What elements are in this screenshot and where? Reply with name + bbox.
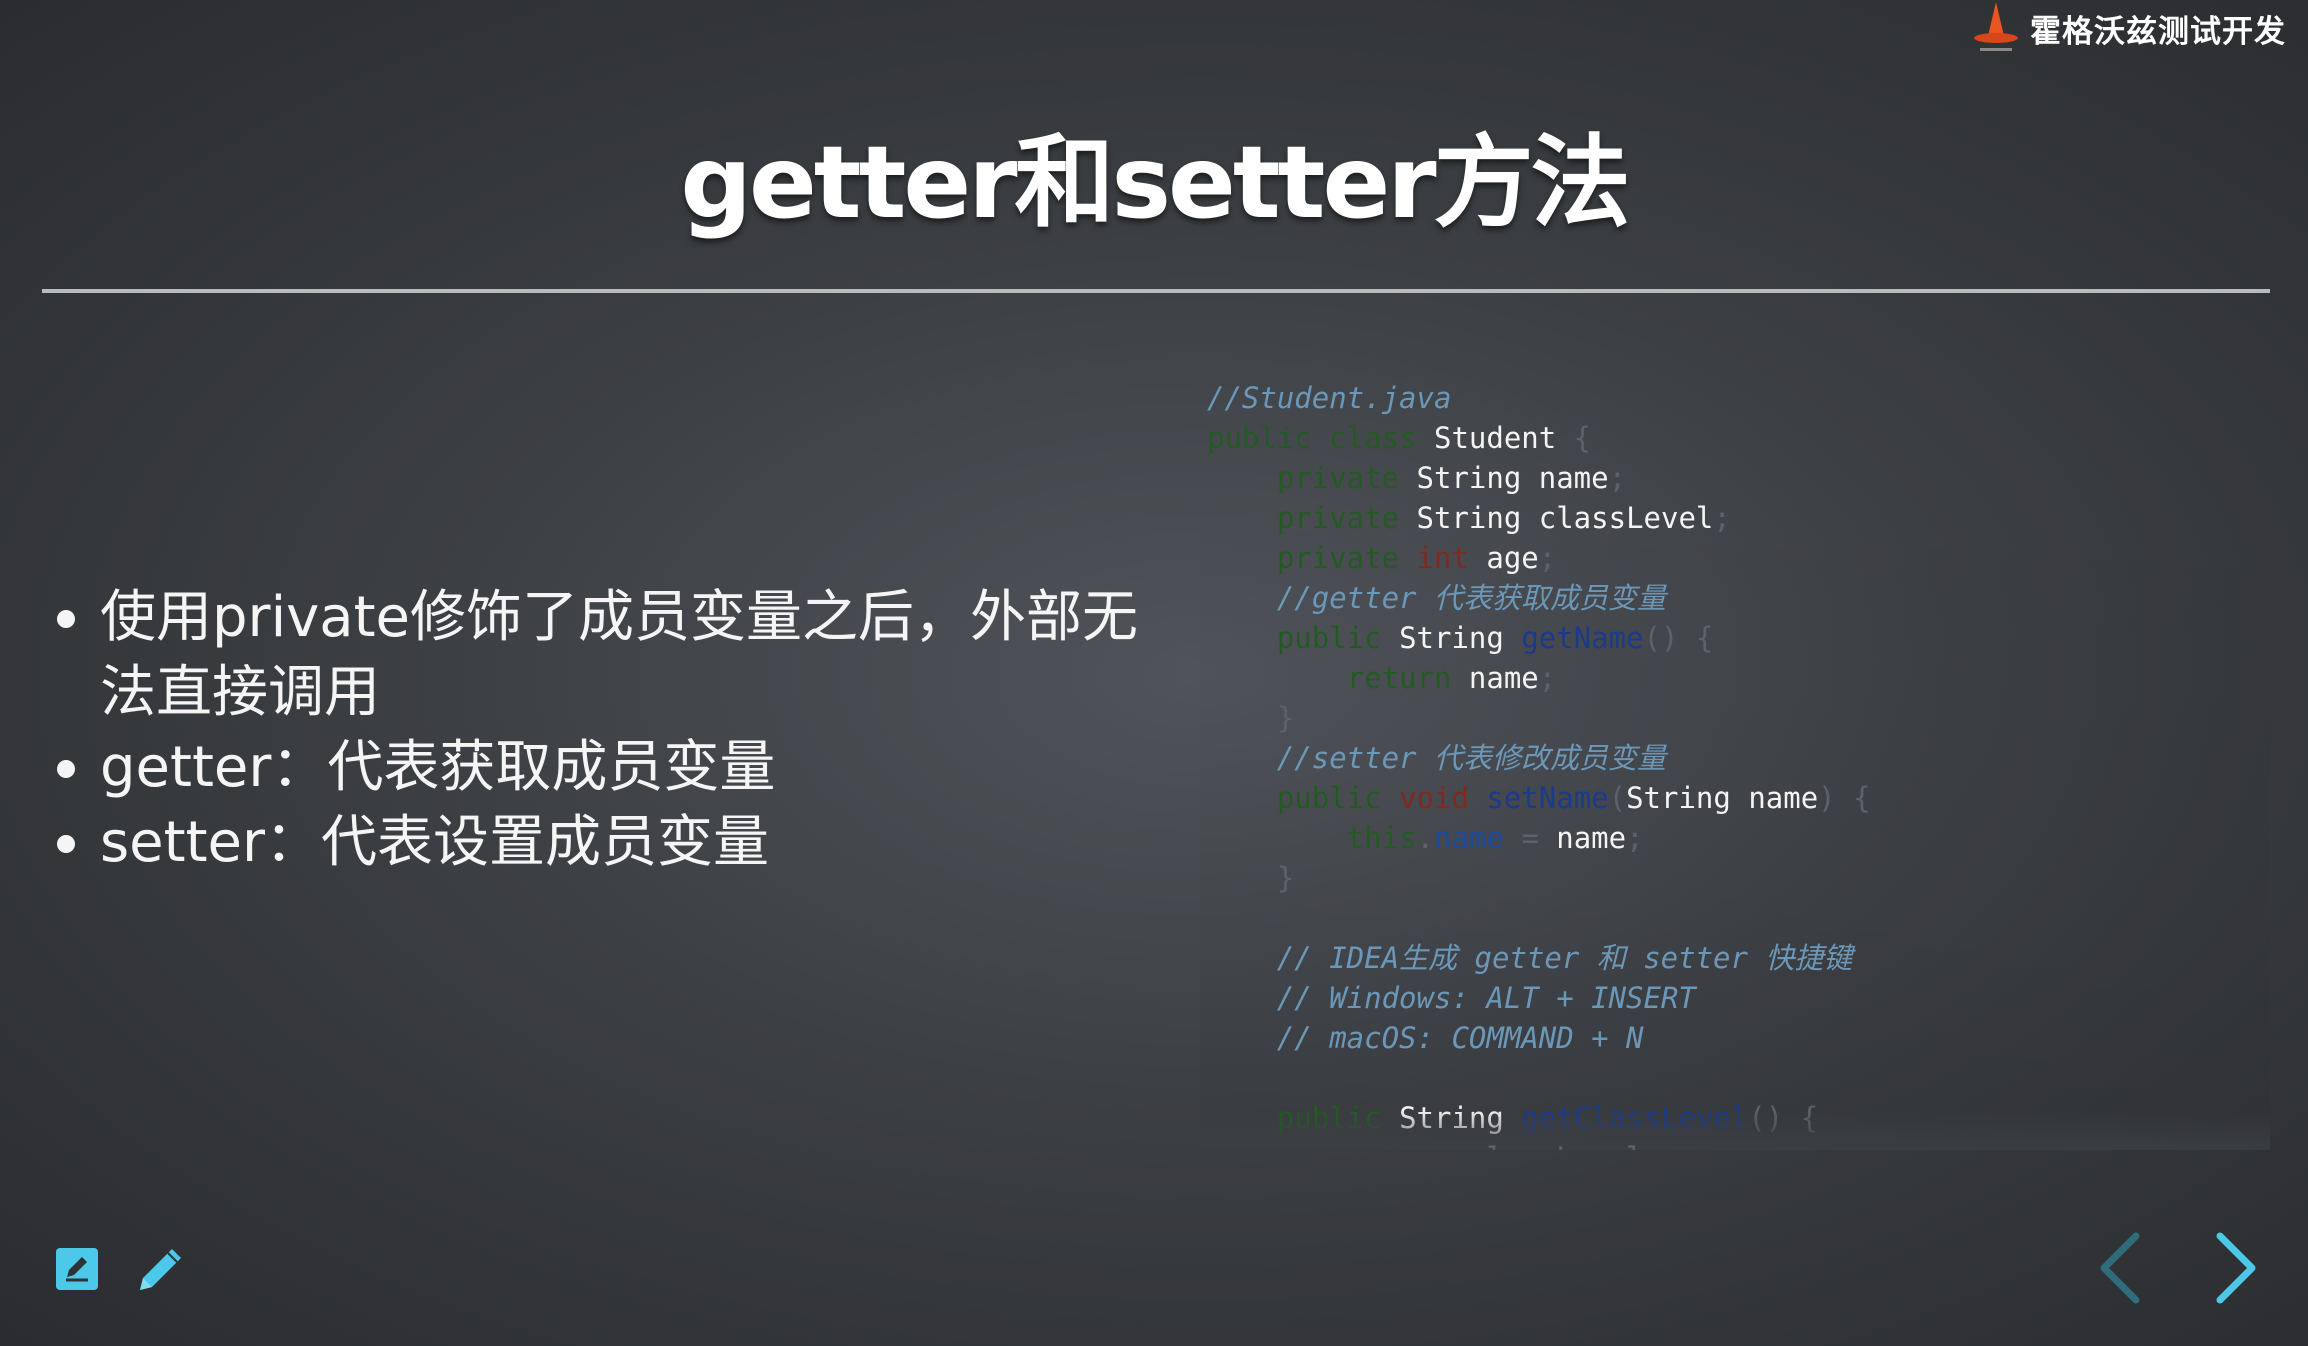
- code-type: String: [1626, 781, 1731, 815]
- code-type: String: [1416, 501, 1522, 535]
- code-type: int: [1416, 541, 1469, 575]
- chevron-right-icon[interactable]: [2204, 1230, 2264, 1306]
- code-field: classLevel: [1538, 501, 1714, 535]
- code-method: setName: [1486, 781, 1609, 815]
- code-keyword: return: [1347, 1141, 1452, 1150]
- title-divider: [42, 289, 2270, 293]
- slide-tools: [54, 1242, 188, 1300]
- code-field: name: [1434, 821, 1504, 855]
- code-param: name: [1748, 781, 1819, 815]
- code-comment: // IDEA生成 getter 和 setter 快捷键: [1276, 941, 1853, 975]
- code-field: classLevel: [1469, 1141, 1644, 1150]
- code-field: name: [1538, 461, 1609, 495]
- code-keyword: return: [1346, 661, 1452, 695]
- code-param: name: [1556, 821, 1627, 855]
- brand-name: 霍格沃兹测试开发: [2030, 13, 2286, 50]
- chevron-left-icon[interactable]: [2092, 1230, 2152, 1306]
- code-comment: // macOS: COMMAND + N: [1276, 1021, 1644, 1055]
- code-keyword: public: [1276, 1101, 1382, 1135]
- code-block: //Student.java public class Student { pr…: [1200, 360, 2270, 1150]
- slide-navigation: [2092, 1230, 2264, 1306]
- bullet-item: getter：代表获取成员变量: [52, 730, 1172, 805]
- code-keyword: this: [1346, 821, 1417, 855]
- edit-note-icon[interactable]: [54, 1246, 100, 1296]
- brand: 霍格沃兹测试开发: [1970, 0, 2286, 56]
- code-field: name: [1468, 661, 1539, 695]
- code-keyword: private: [1276, 501, 1400, 535]
- code-keyword: public: [1276, 781, 1382, 815]
- code-comment: //Student.java: [1207, 381, 1452, 415]
- pencil-icon[interactable]: [134, 1242, 188, 1300]
- code-type: void: [1399, 781, 1469, 815]
- code-method: getClassLevel: [1521, 1101, 1749, 1135]
- bullet-item: setter：代表设置成员变量: [52, 805, 1172, 880]
- code-keyword: private: [1276, 541, 1400, 575]
- wizard-hat-icon: [1970, 0, 2022, 56]
- code-field: age: [1486, 541, 1539, 575]
- code-type: String: [1416, 461, 1522, 495]
- code-keyword: public class: [1207, 421, 1417, 455]
- code-type: String: [1399, 1101, 1504, 1135]
- code-type: String: [1399, 621, 1504, 655]
- code-comment: //getter 代表获取成员变量: [1276, 581, 1666, 615]
- bullet-item: 使用private修饰了成员变量之后，外部无法直接调用: [52, 580, 1172, 730]
- slide-title: getter和setter方法: [680, 124, 1630, 241]
- code-keyword: private: [1276, 461, 1400, 495]
- code-comment: //setter 代表修改成员变量: [1276, 741, 1666, 775]
- code-comment: // Windows: ALT + INSERT: [1276, 981, 1696, 1015]
- code-class-name: Student: [1433, 421, 1557, 455]
- code-keyword: public: [1276, 621, 1382, 655]
- code-method: getName: [1521, 621, 1644, 655]
- bullet-list: 使用private修饰了成员变量之后，外部无法直接调用 getter：代表获取成…: [52, 580, 1172, 880]
